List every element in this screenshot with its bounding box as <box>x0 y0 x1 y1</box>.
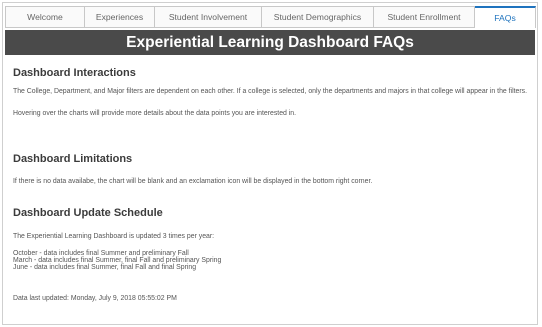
tab-bar: Welcome Experiences Student Involvement … <box>5 6 536 28</box>
interactions-paragraph-hover: Hovering over the charts will provide mo… <box>13 110 297 117</box>
tab-student-involvement[interactable]: Student Involvement <box>155 6 262 27</box>
schedule-item-june: June - data includes final Summer, final… <box>13 264 197 271</box>
section-heading-interactions: Dashboard Interactions <box>13 67 136 79</box>
last-updated-text: Data last updated: Monday, July 9, 2018 … <box>13 295 177 302</box>
tab-student-demographics[interactable]: Student Demographics <box>262 6 374 27</box>
page-title: Experiential Learning Dashboard FAQs <box>5 30 535 55</box>
limitations-paragraph: If there is no data availabe, the chart … <box>13 178 373 185</box>
tab-faqs[interactable]: FAQs <box>475 6 536 28</box>
interactions-paragraph-filters: The College, Department, and Major filte… <box>13 88 528 95</box>
section-heading-schedule: Dashboard Update Schedule <box>13 207 163 219</box>
tab-student-enrollment[interactable]: Student Enrollment <box>374 6 475 27</box>
tab-experiences[interactable]: Experiences <box>85 6 155 27</box>
section-heading-limitations: Dashboard Limitations <box>13 153 133 165</box>
tab-welcome[interactable]: Welcome <box>5 6 85 27</box>
schedule-intro: The Experiential Learning Dashboard is u… <box>13 233 215 240</box>
